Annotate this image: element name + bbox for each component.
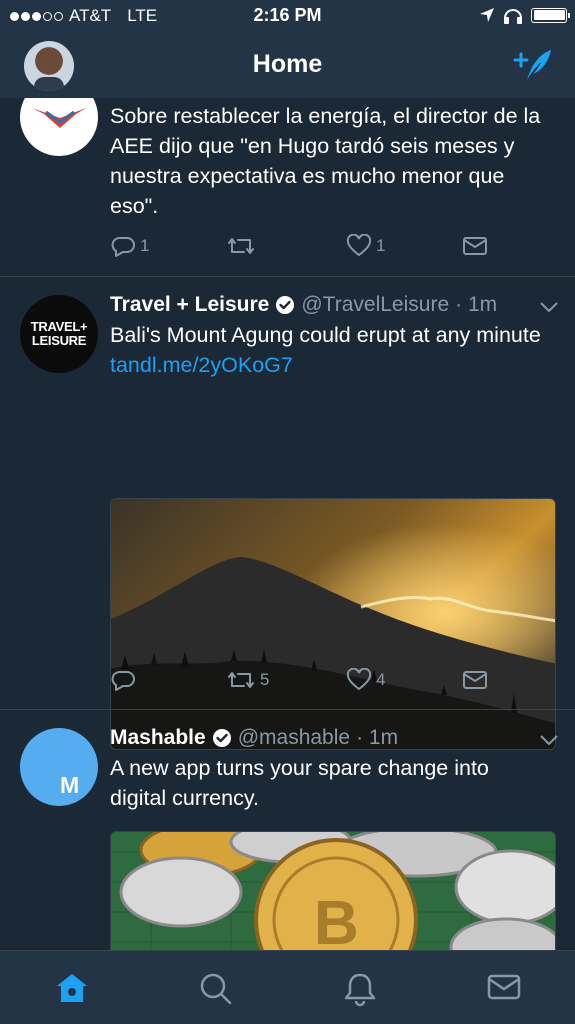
bell-icon[interactable]	[343, 971, 377, 1007]
tweet[interactable]: TRAVEL+ LEISURE Travel + Leisure @Travel…	[0, 277, 575, 750]
like-button[interactable]: 1	[346, 234, 385, 258]
reply-icon	[111, 671, 135, 691]
retweet-button[interactable]: 5	[226, 668, 269, 692]
tweet-text: A new app turns your spare change into d…	[110, 756, 489, 810]
heart-icon	[346, 668, 372, 691]
author-handle[interactable]: @mashable	[238, 726, 350, 750]
travel-leisure-logo: TRAVEL+ LEISURE	[30, 319, 88, 348]
news-logo-icon	[32, 108, 86, 128]
reply-icon	[111, 237, 135, 257]
page-title: Home	[252, 50, 323, 78]
reply-button[interactable]	[110, 668, 140, 692]
top-nav-bar: Home	[0, 32, 575, 98]
envelope-icon	[463, 671, 487, 689]
retweet-icon	[228, 672, 254, 688]
headphones-icon	[504, 9, 522, 24]
direct-message-button[interactable]	[462, 234, 488, 258]
retweet-icon	[228, 238, 254, 254]
like-count: 4	[376, 670, 386, 689]
tweet-actions: 1 1	[110, 234, 510, 264]
tweet-header: Mashable @mashable · 1m	[110, 726, 398, 750]
tweet-time: · 1m	[455, 293, 498, 316]
tweet-header: Travel + Leisure @TravelLeisure · 1m	[110, 293, 497, 317]
retweet-count: 5	[260, 670, 270, 689]
verified-badge-icon	[212, 729, 231, 747]
svg-text:B: B	[314, 889, 359, 950]
reply-count: 1	[140, 236, 150, 255]
envelope-icon[interactable]	[486, 971, 522, 1003]
search-icon[interactable]	[198, 971, 234, 1007]
compose-tweet-icon[interactable]	[513, 46, 553, 84]
bottom-tab-bar	[0, 950, 575, 1024]
chevron-down-icon[interactable]	[539, 301, 559, 313]
tweet-link[interactable]: tandl.me/2yOKoG7	[110, 353, 293, 377]
retweet-button[interactable]	[226, 234, 260, 258]
tweet-time: · 1m	[356, 726, 399, 749]
home-icon[interactable]	[54, 971, 90, 1005]
tweet-photo-coins[interactable]: B	[110, 831, 556, 950]
direct-message-button[interactable]	[462, 668, 488, 692]
tweet[interactable]: Sobre restablecer la energía, el directo…	[0, 98, 575, 276]
tweet-text: Bali's Mount Agung could erupt at any mi…	[110, 320, 550, 380]
envelope-icon	[463, 237, 487, 255]
tweet-body: Bali's Mount Agung could erupt at any mi…	[110, 323, 541, 347]
tweet-avatar[interactable]	[20, 98, 98, 156]
tweet[interactable]: M Mashable @mashable · 1m A new app turn…	[0, 710, 575, 950]
author-name[interactable]: Travel + Leisure	[110, 293, 269, 317]
heart-icon	[346, 234, 372, 257]
status-icons	[479, 6, 570, 24]
chevron-down-icon[interactable]	[539, 734, 559, 746]
reply-button[interactable]: 1	[110, 234, 149, 258]
like-button[interactable]: 4	[346, 668, 385, 692]
tweet-text: Sobre restablecer la energía, el directo…	[110, 104, 541, 218]
status-bar: AT&T LTE 2:16 PM	[0, 0, 575, 32]
verified-badge-icon	[276, 296, 295, 314]
like-count: 1	[376, 236, 386, 255]
cryptocurrency-coins-photo: B	[111, 832, 555, 950]
mashable-logo: M	[60, 772, 80, 798]
author-handle[interactable]: @TravelLeisure	[301, 293, 449, 317]
author-name[interactable]: Mashable	[110, 726, 206, 750]
tweet-actions: 5 4	[110, 668, 510, 698]
battery-icon	[531, 7, 570, 23]
location-arrow-icon	[480, 8, 494, 22]
tweet-avatar[interactable]: M	[20, 728, 98, 806]
tweet-avatar[interactable]: TRAVEL+ LEISURE	[20, 295, 98, 373]
timeline[interactable]: Sobre restablecer la energía, el directo…	[0, 98, 575, 950]
